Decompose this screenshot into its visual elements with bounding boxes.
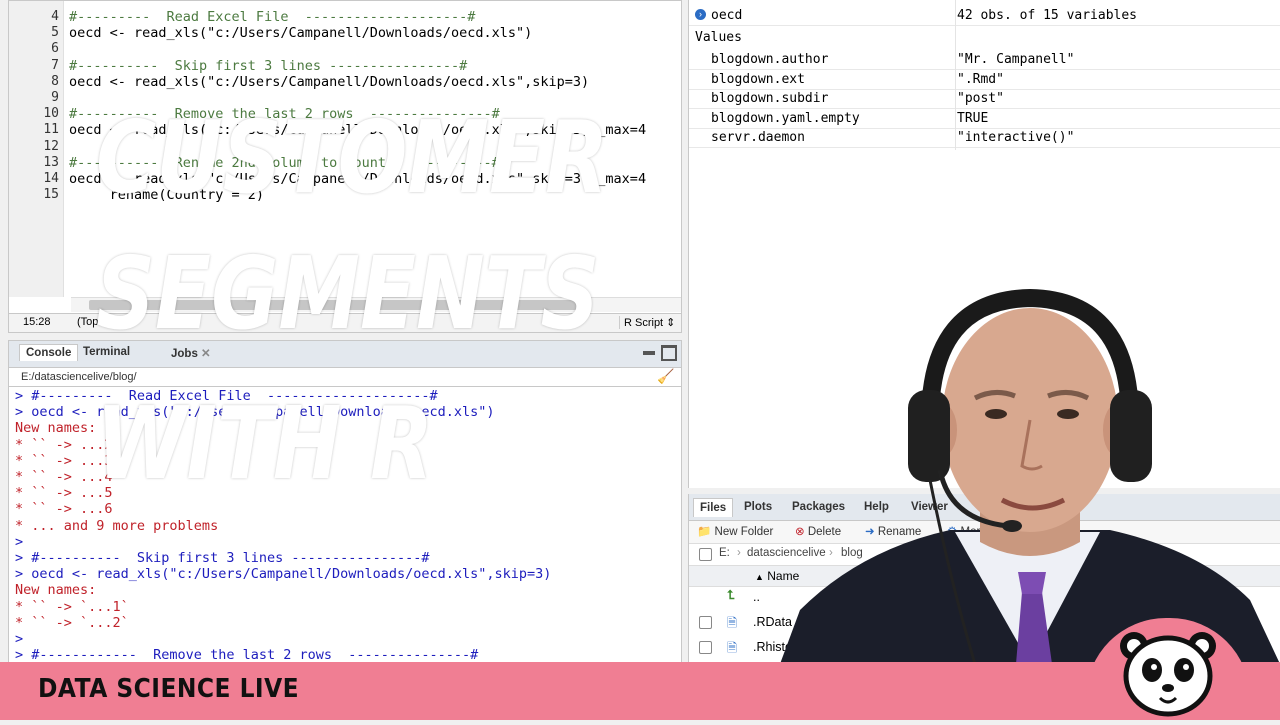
line-number: 4 [51, 9, 59, 24]
code-line[interactable]: oecd <- read_xls("c:/Users/Campanell/Dow… [69, 74, 589, 90]
console-line: * `` -> `...2` [15, 614, 129, 631]
file-name[interactable]: .. [753, 590, 760, 604]
file-type-selector[interactable]: R Script ⇕ [619, 316, 680, 329]
env-value-name: blogdown.author [711, 52, 829, 67]
cursor-position: 15:28 [23, 316, 51, 328]
r-data-icon: 🗎 [727, 616, 738, 630]
panda-logo-icon [1120, 632, 1216, 717]
env-value-row[interactable]: blogdown.subdir "post" [689, 89, 1280, 109]
line-number: 8 [51, 73, 59, 89]
tab-files[interactable]: Files [693, 498, 734, 517]
code-line[interactable]: #---------- Skip first 3 lines ---------… [69, 58, 467, 74]
tab-console[interactable]: Console [19, 344, 79, 361]
brand-name: DATA SCIENCE LIVE [38, 674, 300, 704]
console-line: > #---------- Skip first 3 lines -------… [15, 550, 430, 566]
line-number: 14 [43, 171, 59, 186]
console-working-directory[interactable]: E:/datasciencelive/blog/ 🧹 [8, 368, 682, 386]
console-line: New names: [15, 420, 97, 437]
env-value-value: "post" [957, 91, 1004, 106]
code-line[interactable]: oecd <- read_xls("c:/Users/Campanell/Dow… [69, 25, 532, 41]
line-number-gutter: 4 5 6 7 8 9 10 11 12 13 14 15 [9, 1, 64, 297]
line-number: 10 [43, 106, 59, 122]
env-value-name: blogdown.subdir [711, 91, 829, 106]
env-data-name: oecd [711, 8, 743, 23]
console-line: * `` -> `...1` [15, 598, 129, 615]
logo-badge [1086, 618, 1250, 720]
values-section-header: Values [695, 30, 742, 45]
env-value-row[interactable]: servr.daemon "interactive()" [689, 128, 1280, 148]
console-line: * ... and 9 more problems [15, 517, 219, 534]
env-value-name: servr.daemon [711, 130, 805, 145]
line-number: 15 [43, 187, 59, 203]
sort-up-icon: ▲ [755, 572, 764, 582]
env-value-name: blogdown.ext [711, 71, 805, 87]
file-checkbox[interactable] [699, 616, 712, 629]
console-line: > [15, 533, 24, 550]
env-value-name: blogdown.yaml.empty [711, 110, 860, 126]
line-number: 5 [51, 25, 59, 41]
presenter-webcam [780, 280, 1280, 664]
line-number: 12 [43, 138, 59, 154]
new-folder-label: New Folder [714, 526, 774, 538]
env-value-row[interactable]: blogdown.author "Mr. Campanell" [689, 50, 1280, 70]
title-line-3: WITH R [96, 385, 434, 502]
env-value-value: ".Rmd" [957, 71, 1004, 87]
line-number: 11 [43, 122, 59, 138]
working-directory-path[interactable]: E:/datasciencelive/blog/ [21, 371, 137, 383]
new-folder-button[interactable]: 📁 New Folder [697, 524, 773, 538]
line-number: 6 [51, 41, 59, 57]
title-line-1: CUSTOMER [96, 99, 609, 216]
env-data-row[interactable]: › oecd 42 obs. of 15 variables [689, 6, 1280, 26]
env-value-value: "Mr. Campanell" [957, 52, 1075, 67]
up-arrow-icon: ⮤ [727, 588, 735, 602]
console-line: > oecd <- read_xls("c:/Users/Campanell/D… [15, 566, 552, 583]
env-value-value: "interactive()" [957, 130, 1075, 145]
breadcrumb-drive[interactable]: E: [719, 547, 730, 559]
chevron-right-icon: › [737, 547, 741, 559]
console-line: > [15, 631, 24, 647]
title-line-2: SEGMENTS [96, 235, 600, 352]
maximize-icon[interactable] [661, 345, 677, 361]
line-number: 9 [51, 90, 59, 105]
column-divider [955, 0, 956, 150]
expand-data-icon[interactable]: › [695, 9, 706, 20]
line-number: 7 [51, 57, 59, 73]
new-folder-icon: 📁 [697, 526, 712, 538]
console-line: * `` -> ...6 [15, 501, 113, 518]
env-data-value: 42 obs. of 15 variables [957, 8, 1138, 23]
console-line: > #------------ Remove the last 2 rows -… [15, 647, 479, 664]
broom-icon[interactable]: 🧹 [657, 368, 674, 385]
line-number: 13 [43, 154, 59, 170]
presenter-image [780, 288, 1280, 664]
env-value-row[interactable]: blogdown.ext ".Rmd" [689, 70, 1280, 90]
minimize-icon[interactable] [643, 351, 655, 355]
select-all-checkbox[interactable] [699, 548, 712, 561]
file-type-label: R Script [624, 317, 664, 329]
r-history-icon: 🗎 [727, 641, 738, 655]
file-checkbox[interactable] [699, 641, 712, 654]
code-line[interactable]: #--------- Read Excel File -------------… [69, 9, 475, 25]
console-line: New names: [15, 582, 97, 599]
tab-plots[interactable]: Plots [744, 501, 772, 513]
env-value-value: TRUE [957, 110, 989, 126]
env-value-row[interactable]: blogdown.yaml.empty TRUE [689, 109, 1280, 129]
